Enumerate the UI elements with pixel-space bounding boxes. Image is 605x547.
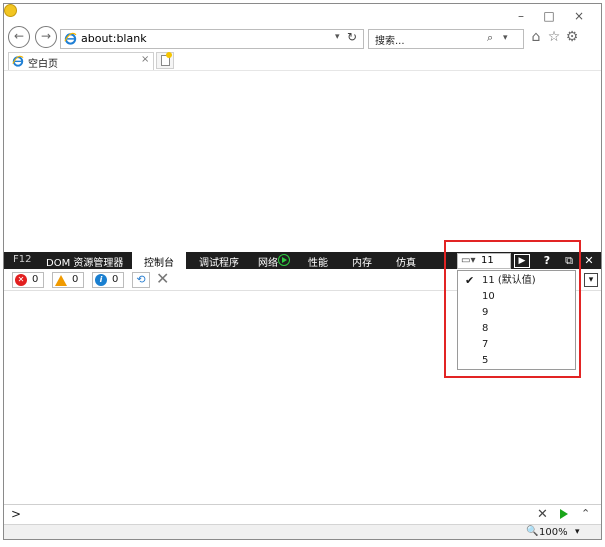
devtools-f12-label: F12 bbox=[13, 254, 32, 265]
zoom-dropdown-icon[interactable]: ▾ bbox=[575, 527, 580, 537]
zoom-level[interactable]: 100% bbox=[539, 527, 568, 538]
error-icon: ✕ bbox=[15, 274, 27, 286]
search-dropdown-icon[interactable]: ▾ bbox=[503, 33, 508, 43]
ie-logo-icon bbox=[64, 32, 77, 45]
page-content[interactable] bbox=[4, 70, 601, 250]
tab-close-icon[interactable]: × bbox=[141, 54, 149, 65]
clear-input-icon[interactable]: ✕ bbox=[537, 507, 548, 522]
browser-window: – □ × ← → about:blank ▾ ↻ 搜索... ⌕ ▾ ⌂ ☆ … bbox=[3, 3, 602, 540]
info-icon: i bbox=[95, 274, 107, 286]
close-devtools-button[interactable]: ✕ bbox=[582, 253, 596, 269]
refresh-icon[interactable]: ↻ bbox=[347, 30, 357, 44]
messages-filter-button[interactable]: i 0 bbox=[92, 272, 124, 288]
expand-input-icon[interactable]: ⌃ bbox=[581, 507, 590, 520]
zoom-icon: 🔍 bbox=[526, 526, 539, 537]
target-dropdown-button[interactable]: ▾ bbox=[584, 273, 598, 287]
minimize-button[interactable]: – bbox=[508, 8, 534, 24]
tab-memory[interactable]: 内存 bbox=[352, 254, 372, 269]
address-text[interactable]: about:blank bbox=[81, 32, 147, 45]
tab-console[interactable]: 控制台 bbox=[132, 252, 186, 269]
search-box[interactable]: 搜索... ⌕ ▾ bbox=[368, 29, 524, 49]
home-icon[interactable]: ⌂ bbox=[527, 28, 545, 46]
network-play-icon[interactable] bbox=[278, 254, 290, 266]
back-arrow-icon: ← bbox=[13, 29, 25, 43]
search-icon[interactable]: ⌕ bbox=[487, 31, 493, 45]
annotation-highlight-box bbox=[444, 240, 581, 378]
run-icon[interactable] bbox=[560, 509, 568, 519]
search-input[interactable]: 搜索... bbox=[375, 32, 405, 47]
new-tab-button[interactable] bbox=[156, 52, 174, 69]
gear-icon[interactable]: ⚙ bbox=[563, 28, 581, 46]
warning-icon bbox=[55, 275, 67, 286]
warnings-filter-button[interactable]: 0 bbox=[52, 272, 84, 288]
tab-network[interactable]: 网络 bbox=[258, 254, 278, 269]
tab-performance[interactable]: 性能 bbox=[308, 254, 328, 269]
feedback-smiley-icon[interactable] bbox=[4, 4, 17, 17]
tab-emulation[interactable]: 仿真 bbox=[396, 254, 416, 269]
console-prompt-icon: > bbox=[11, 507, 22, 521]
ie-logo-icon bbox=[12, 55, 24, 67]
address-dropdown-icon[interactable]: ▾ bbox=[335, 32, 340, 42]
address-bar[interactable]: about:blank ▾ ↻ bbox=[60, 29, 364, 49]
console-input[interactable]: > ✕ ⌃ bbox=[4, 504, 601, 524]
new-spark-icon bbox=[166, 52, 172, 58]
maximize-button[interactable]: □ bbox=[536, 8, 562, 24]
close-window-button[interactable]: × bbox=[566, 8, 592, 24]
favorites-star-icon[interactable]: ☆ bbox=[545, 28, 563, 46]
clear-console-button[interactable]: ✕ bbox=[156, 271, 169, 287]
clear-on-navigate-button[interactable]: ⟲ bbox=[132, 272, 150, 288]
back-button[interactable]: ← bbox=[8, 26, 30, 48]
tab-debugger[interactable]: 调试程序 bbox=[199, 254, 239, 269]
forward-arrow-icon: → bbox=[40, 29, 52, 43]
forward-button[interactable]: → bbox=[35, 26, 57, 48]
status-bar: 🔍 100% ▾ bbox=[4, 524, 601, 539]
messages-count: 0 bbox=[112, 274, 119, 285]
browser-tab[interactable]: 空白页 × bbox=[8, 52, 154, 70]
warnings-count: 0 bbox=[72, 274, 79, 285]
tab-dom-explorer[interactable]: DOM 资源管理器 bbox=[46, 254, 123, 269]
errors-count: 0 bbox=[32, 274, 39, 285]
errors-filter-button[interactable]: ✕ 0 bbox=[12, 272, 44, 288]
tab-title: 空白页 bbox=[28, 59, 58, 70]
